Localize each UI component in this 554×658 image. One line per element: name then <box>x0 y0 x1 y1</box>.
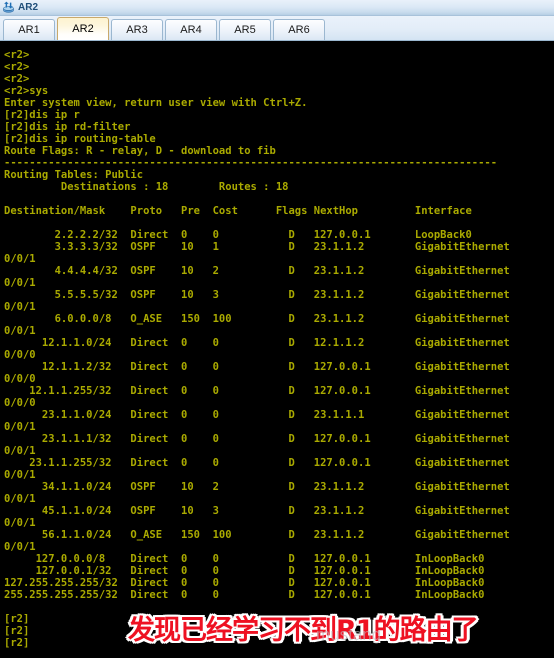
console-line: 0/0/1 <box>4 517 36 529</box>
console-line: 255.255.255.255/32 Direct 0 0 D 127.0.0.… <box>4 589 485 601</box>
console-line: 23.1.1.0/24 Direct 0 0 D 23.1.1.1 Gigabi… <box>4 409 510 421</box>
tab-ar2[interactable]: AR2 <box>57 17 109 40</box>
window-title: AR2 <box>18 1 39 13</box>
tab-ar3[interactable]: AR3 <box>111 19 163 40</box>
console-line: [r2]dis ip routing-table <box>4 133 156 145</box>
console-line: Routing Tables: Public <box>4 169 144 181</box>
console-line: [r2]dis ip r <box>4 109 80 121</box>
console-line: 45.1.1.0/24 OSPF 10 3 D 23.1.1.2 Gigabit… <box>4 505 510 517</box>
console-line: 127.0.0.1/32 Direct 0 0 D 127.0.0.1 InLo… <box>4 565 485 577</box>
console-line: 5.5.5.5/32 OSPF 10 3 D 23.1.1.2 GigabitE… <box>4 289 510 301</box>
console-line: 4.4.4.4/32 OSPF 10 2 D 23.1.1.2 GigabitE… <box>4 265 510 277</box>
console-line: [r2]dis ip rd-filter <box>4 121 131 133</box>
console-line: 127.255.255.255/32 Direct 0 0 D 127.0.0.… <box>4 577 485 589</box>
console-line: 0/0/1 <box>4 253 36 265</box>
tab-label: AR4 <box>180 24 202 36</box>
console-line: 3.3.3.3/32 OSPF 10 1 D 23.1.1.2 GigabitE… <box>4 241 510 253</box>
console-line: 127.0.0.0/8 Direct 0 0 D 127.0.0.1 InLoo… <box>4 553 485 565</box>
console-line: 23.1.1.1/32 Direct 0 0 D 127.0.0.1 Gigab… <box>4 433 510 445</box>
tab-ar5[interactable]: AR5 <box>219 19 271 40</box>
console-line: 0/0/1 <box>4 445 36 457</box>
console-line: 0/0/1 <box>4 541 36 553</box>
console-line: [r2] <box>4 625 30 637</box>
emulator-window: AR2 AR1 AR2 AR3 AR4 AR5 AR6 <r2> <r2> <r2>… <box>0 0 554 658</box>
console-line: [r2] <box>4 613 30 625</box>
tab-label: AR1 <box>18 24 40 36</box>
console-line: 2.2.2.2/32 Direct 0 0 D 127.0.0.1 LoopBa… <box>4 229 472 241</box>
console-line: Enter system view, return user view with… <box>4 97 308 109</box>
console-line: [r2] <box>4 637 30 649</box>
console-line: 23.1.1.255/32 Direct 0 0 D 127.0.0.1 Gig… <box>4 457 510 469</box>
console-line: 0/0/1 <box>4 421 36 433</box>
console-line: 0/0/1 <box>4 469 36 481</box>
console-line: 0/0/1 <box>4 325 36 337</box>
console-line: 0/0/1 <box>4 301 36 313</box>
tab-ar6[interactable]: AR6 <box>273 19 325 40</box>
console-line: <r2> <box>4 61 30 73</box>
console-line: 0/0/0 <box>4 373 36 385</box>
console-line: 12.1.1.2/32 Direct 0 0 D 127.0.0.1 Gigab… <box>4 361 510 373</box>
tab-ar1[interactable]: AR1 <box>3 19 55 40</box>
console-line: 0/0/0 <box>4 349 36 361</box>
tab-label: AR6 <box>288 24 310 36</box>
console-line: 34.1.1.0/24 OSPF 10 2 D 23.1.1.2 Gigabit… <box>4 481 510 493</box>
console-line: Destinations : 18 Routes : 18 <box>4 181 289 193</box>
tab-ar4[interactable]: AR4 <box>165 19 217 40</box>
window-title-bar: AR2 <box>0 0 554 16</box>
console-line: <r2> <box>4 73 30 85</box>
tab-label: AR2 <box>72 23 94 35</box>
console-line: 56.1.1.0/24 O_ASE 150 100 D 23.1.1.2 Gig… <box>4 529 510 541</box>
tab-label: AR3 <box>126 24 148 36</box>
console-line: <r2>sys <box>4 85 49 97</box>
console-line: 0/0/1 <box>4 493 36 505</box>
console-line: <r2> <box>4 49 30 61</box>
console-line: Destination/Mask Proto Pre Cost Flags Ne… <box>4 205 472 217</box>
console-line: 0/0/1 <box>4 277 36 289</box>
console-line: ----------------------------------------… <box>4 157 498 169</box>
console-line: Route Flags: R - relay, D - download to … <box>4 145 276 157</box>
console-line: 12.1.1.0/24 Direct 0 0 D 12.1.1.2 Gigabi… <box>4 337 510 349</box>
device-tab-bar: AR1 AR2 AR3 AR4 AR5 AR6 <box>0 16 554 41</box>
console-line: 0/0/0 <box>4 397 36 409</box>
console-line: 12.1.1.255/32 Direct 0 0 D 127.0.0.1 Gig… <box>4 385 510 397</box>
tab-label: AR5 <box>234 24 256 36</box>
router-icon <box>2 1 18 14</box>
cli-console[interactable]: <r2> <r2> <r2> <r2>sys Enter system view, re… <box>0 41 554 658</box>
console-line: 6.0.0.0/8 O_ASE 150 100 D 23.1.1.2 Gigab… <box>4 313 510 325</box>
